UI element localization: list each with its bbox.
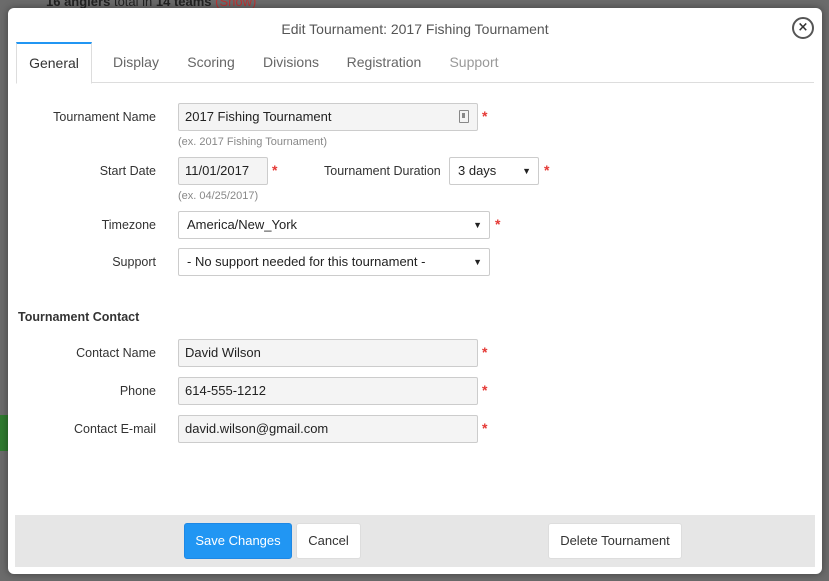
required-marker: * bbox=[482, 382, 488, 398]
tab-support[interactable]: Support bbox=[438, 42, 510, 82]
dropdown-caret-icon: ▼ bbox=[473, 220, 482, 230]
contact-email-input[interactable]: david.wilson@gmail.com bbox=[178, 415, 478, 443]
tournament-name-value: 2017 Fishing Tournament bbox=[185, 109, 332, 124]
phone-input[interactable]: 614-555-1212 bbox=[178, 377, 478, 405]
required-marker: * bbox=[272, 162, 278, 178]
tournament-name-input[interactable]: 2017 Fishing Tournament bbox=[178, 103, 478, 131]
tab-scoring[interactable]: Scoring bbox=[174, 42, 248, 82]
required-marker: * bbox=[482, 108, 488, 124]
contact-email-label: Contact E-mail bbox=[74, 422, 156, 436]
edit-tournament-modal: Edit Tournament: 2017 Fishing Tournament… bbox=[8, 8, 822, 574]
tab-registration[interactable]: Registration bbox=[334, 42, 434, 82]
tournament-name-label: Tournament Name bbox=[53, 110, 156, 124]
contact-name-label: Contact Name bbox=[76, 346, 156, 360]
start-date-label: Start Date bbox=[99, 164, 156, 178]
phone-label: Phone bbox=[119, 384, 156, 398]
timezone-label: Timezone bbox=[101, 218, 156, 232]
required-marker: * bbox=[495, 216, 501, 232]
dropdown-caret-icon: ▼ bbox=[522, 166, 531, 176]
cancel-button[interactable]: Cancel bbox=[296, 523, 361, 559]
start-date-hint: (ex. 04/25/2017) bbox=[178, 190, 259, 202]
timezone-value: America/New_York bbox=[187, 217, 298, 232]
start-date-input[interactable]: 11/01/2017 bbox=[178, 157, 268, 185]
tab-general[interactable]: General bbox=[16, 42, 92, 84]
delete-tournament-button[interactable]: Delete Tournament bbox=[548, 523, 682, 559]
tab-bar: General Display Scoring Divisions Regist… bbox=[16, 42, 814, 84]
contact-name-input[interactable]: David Wilson bbox=[178, 339, 478, 367]
support-label: Support bbox=[112, 255, 156, 269]
support-value: - No support needed for this tournament … bbox=[187, 254, 426, 269]
required-marker: * bbox=[544, 162, 550, 178]
tournament-name-hint: (ex. 2017 Fishing Tournament) bbox=[178, 136, 327, 148]
duration-value: 3 days bbox=[458, 163, 497, 178]
background-green-strip bbox=[0, 415, 8, 451]
modal-title: Edit Tournament: 2017 Fishing Tournament bbox=[281, 21, 549, 37]
start-date-value: 11/01/2017 bbox=[185, 163, 250, 178]
contact-card-icon bbox=[459, 110, 469, 123]
contact-email-value: david.wilson@gmail.com bbox=[185, 421, 329, 436]
tab-divisions[interactable]: Divisions bbox=[250, 42, 332, 82]
duration-label: Tournament Duration bbox=[324, 164, 441, 178]
duration-select[interactable]: 3 days ▼ bbox=[449, 157, 539, 185]
dropdown-caret-icon: ▼ bbox=[473, 257, 482, 267]
contact-name-value: David Wilson bbox=[185, 345, 261, 360]
tournament-contact-heading: Tournament Contact bbox=[18, 310, 140, 324]
close-icon[interactable]: × bbox=[792, 17, 814, 39]
save-changes-button[interactable]: Save Changes bbox=[184, 523, 292, 559]
support-select[interactable]: - No support needed for this tournament … bbox=[178, 248, 490, 276]
modal-footer: Save Changes Cancel Delete Tournament bbox=[15, 515, 815, 567]
required-marker: * bbox=[482, 344, 488, 360]
phone-value: 614-555-1212 bbox=[185, 383, 266, 398]
timezone-select[interactable]: America/New_York ▼ bbox=[178, 211, 490, 239]
required-marker: * bbox=[482, 420, 488, 436]
tab-display[interactable]: Display bbox=[98, 42, 174, 82]
